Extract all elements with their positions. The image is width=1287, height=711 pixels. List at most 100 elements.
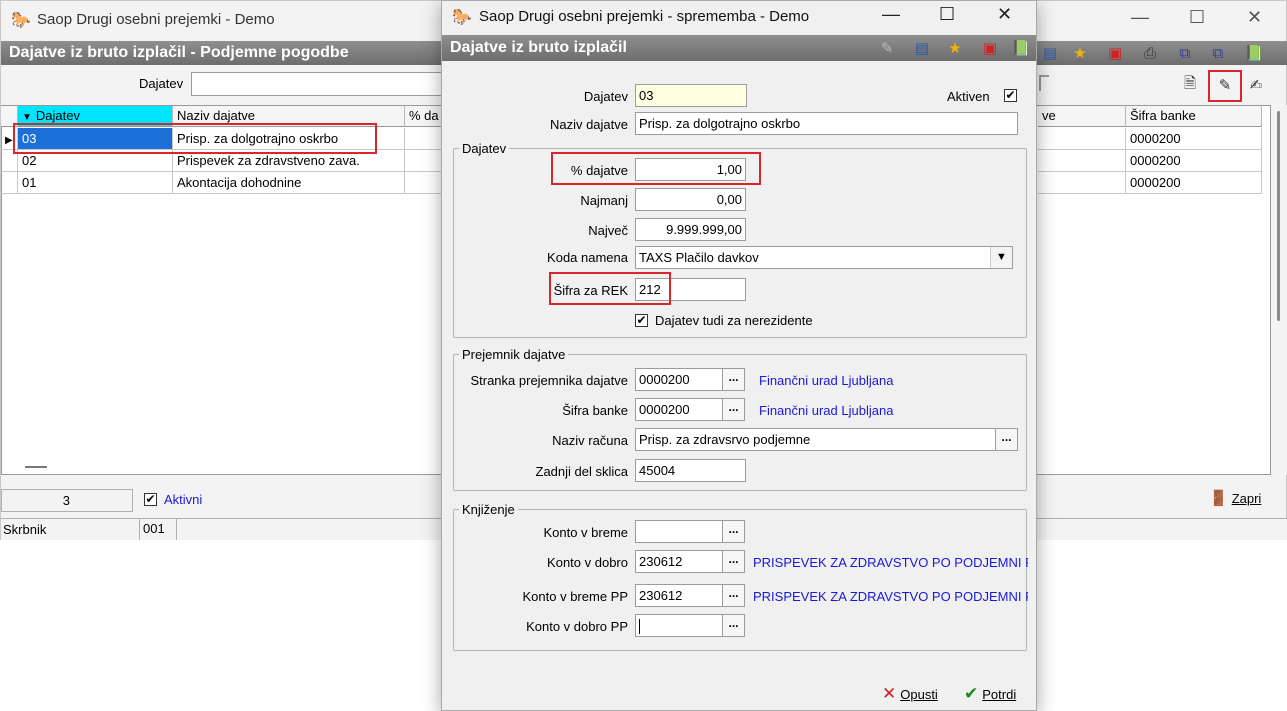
dobro-field[interactable]: 230612 (635, 550, 724, 573)
dropdown-arrow-icon[interactable]: ▼ (990, 247, 1012, 268)
stranka-ellipsis-icon[interactable]: ... (722, 368, 745, 391)
opusti-label: Opusti (900, 686, 938, 702)
breme-label: Konto v breme (543, 525, 628, 540)
checklist-icon[interactable]: ✍ (1245, 74, 1267, 96)
dialog-maximize-button[interactable]: ☐ (939, 4, 955, 25)
dialog-minimize-button[interactable]: — (882, 4, 900, 25)
naziv-field[interactable]: Prisp. za dolgotrajno oskrbo (635, 112, 1018, 135)
book-icon[interactable]: 📗 (1010, 37, 1032, 59)
grid-scrollbar[interactable] (1271, 105, 1287, 475)
table-cell-bank[interactable]: 0000200 (1126, 150, 1262, 172)
banka-label: Šifra banke (562, 403, 628, 418)
col-header-dajatev-label: Dajatev (35, 108, 80, 123)
aktivni-checkbox[interactable]: ✔ (144, 493, 157, 506)
breme-pp-label: Konto v breme PP (522, 589, 629, 604)
dobro-pp-field[interactable] (635, 614, 724, 637)
new-doc-icon[interactable]: 🗎 (1179, 74, 1201, 96)
sort-desc-icon: ▼ (22, 112, 32, 123)
star-icon[interactable]: ★ (944, 37, 966, 59)
app-logo-icon: 🐎 (11, 12, 31, 29)
nerez-label: Dajatev tudi za nerezidente (655, 313, 813, 328)
najmanj-label: Najmanj (580, 193, 628, 208)
minimize-button[interactable]: — (1131, 7, 1149, 28)
sklic-field[interactable]: 45004 (635, 459, 746, 482)
edit-icon[interactable]: ✎ (1214, 74, 1236, 96)
filter-bracket (1039, 75, 1049, 91)
naziv-label: Naziv dajatve (549, 117, 628, 132)
confirm-check-icon: ✔ (964, 684, 979, 703)
breme-pp-link[interactable]: PRISPEVEK ZA ZDRAVSTVO PO PODJEMNI POG (753, 589, 1028, 604)
breme-pp-ellipsis-icon[interactable]: ... (722, 584, 745, 607)
racun-field[interactable]: Prisp. za zdravsrvo podjemne (635, 428, 997, 451)
table-cell-hidden[interactable] (1038, 150, 1126, 172)
table-cell-bank[interactable]: 0000200 (1126, 128, 1262, 150)
racun-ellipsis-icon[interactable]: ... (995, 428, 1018, 451)
koda-label: Koda namena (547, 250, 628, 265)
dajatev-code-field[interactable]: 03 (635, 84, 747, 107)
aktiven-checkbox[interactable]: ✔ (1004, 89, 1017, 102)
table-cell-code[interactable]: 01 (18, 172, 173, 194)
print-icon[interactable]: ⎙ (1139, 42, 1161, 64)
banka-ellipsis-icon[interactable]: ... (722, 398, 745, 421)
potrdi-label: Potrdi (982, 686, 1017, 702)
record-count: 3 (1, 489, 133, 512)
stranka-field[interactable]: 0000200 (635, 368, 724, 391)
dialog-close-button[interactable]: ✕ (997, 4, 1012, 25)
main-window-title: Saop Drugi osebni prejemki - Demo (37, 11, 275, 28)
zapri-button[interactable]: 🚪 Zapri (1209, 489, 1261, 507)
filter-label: Dajatev (139, 76, 184, 91)
breme-ellipsis-icon[interactable]: ... (722, 520, 745, 543)
banka-field[interactable]: 0000200 (635, 398, 724, 421)
najvec-field[interactable]: 9.999.999,00 (635, 218, 746, 241)
dobro-pp-ellipsis-icon[interactable]: ... (722, 614, 745, 637)
koda-select[interactable]: TAXS Plačilo davkov (635, 246, 1013, 269)
list-icon[interactable]: ▤ (911, 37, 933, 59)
zapri-label: Zapri (1231, 490, 1262, 506)
sklic-label: Zadnji del sklica (535, 464, 629, 479)
najmanj-field[interactable]: 0,00 (635, 188, 746, 211)
edit-dialog: 🐎 Saop Drugi osebni prejemki - sprememba… (441, 0, 1037, 711)
table-cell-pct[interactable] (405, 150, 445, 172)
paste-icon[interactable]: ⧉ (1207, 42, 1229, 64)
aktivni-label[interactable]: Aktivni (164, 492, 202, 507)
banka-link[interactable]: Finančni urad Ljubljana (759, 403, 893, 418)
table-cell-pct[interactable] (405, 128, 445, 150)
potrdi-button[interactable]: ✔ Potrdi (964, 684, 1016, 704)
close-door-icon: 🚪 (1209, 490, 1228, 507)
opusti-button[interactable]: ✕ Opusti (882, 684, 938, 704)
nerez-checkbox[interactable]: ✔ (635, 314, 648, 327)
dialog-title: Saop Drugi osebni prejemki - sprememba -… (479, 8, 810, 25)
dobro-link[interactable]: PRISPEVEK ZA ZDRAVSTVO PO PODJEMNI POG (753, 555, 1028, 570)
group-dajatev-title: Dajatev (459, 141, 510, 156)
list-icon[interactable]: ▤ (1039, 42, 1061, 64)
star-icon[interactable]: ★ (1069, 42, 1091, 64)
table-cell-name[interactable]: Akontacija dohodnine (173, 172, 405, 194)
dobro-label: Konto v dobro (547, 555, 628, 570)
close-window-button[interactable]: ✕ (1247, 7, 1262, 28)
hscroll-thumb[interactable] (25, 466, 47, 468)
breme-field[interactable] (635, 520, 724, 543)
dobro-ellipsis-icon[interactable]: ... (722, 550, 745, 573)
copy-icon[interactable]: ⧉ (1174, 42, 1196, 64)
cancel-x-icon: ✕ (882, 684, 897, 703)
table-cell-hidden[interactable] (1038, 172, 1126, 194)
table-cell-bank[interactable]: 0000200 (1126, 172, 1262, 194)
col-header-sifra-banke[interactable]: Šifra banke (1126, 106, 1262, 127)
table-cell-pct[interactable] (405, 172, 445, 194)
row-highlight (13, 123, 377, 154)
edit-icon: ✎ (880, 40, 894, 57)
table-cell-hidden[interactable] (1038, 128, 1126, 150)
delete-icon[interactable]: ▣ (1104, 42, 1126, 64)
filter-input[interactable] (191, 72, 451, 96)
scrollbar-thumb[interactable] (1277, 111, 1280, 321)
maximize-button[interactable]: ☐ (1189, 7, 1205, 28)
col-header-hidden[interactable]: ve (1038, 106, 1126, 127)
app-logo-icon: 🐎 (452, 9, 472, 26)
breme-pp-field[interactable]: 230612 (635, 584, 724, 607)
stranka-link[interactable]: Finančni urad Ljubljana (759, 373, 893, 388)
status-label: Skrbnik (3, 522, 47, 537)
book-icon[interactable]: 📗 (1243, 42, 1265, 64)
text-caret (639, 619, 640, 635)
delete-icon[interactable]: ▣ (979, 37, 1001, 59)
col-header-pct[interactable]: % da (405, 106, 445, 127)
